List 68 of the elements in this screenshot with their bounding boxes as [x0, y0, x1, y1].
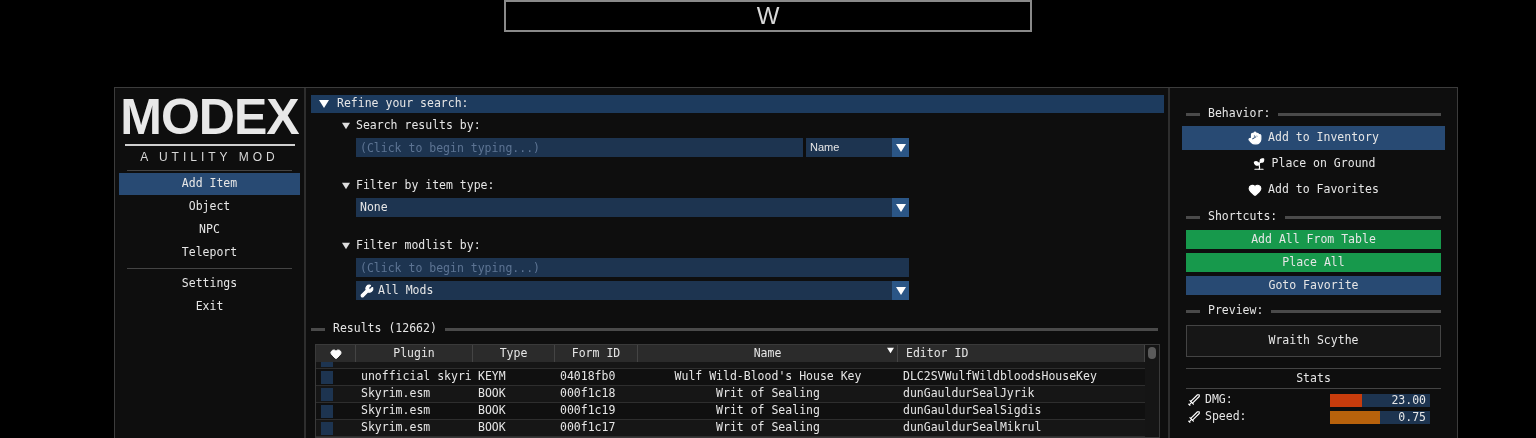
sword-icon	[1187, 410, 1201, 424]
tree-arrow-icon	[342, 241, 350, 250]
table-cell-text: dunGauldurSealSigdis	[902, 402, 1043, 420]
behavior-option[interactable]: Place on Ground	[1182, 152, 1445, 176]
table-cell-text: DLC2SVWulfWildbloodsHouseKey	[902, 368, 1098, 386]
search-field[interactable]: (Click to begin typing...)	[356, 138, 803, 157]
table-cell-text: BOOK	[477, 385, 507, 403]
table-cell-text: Skyrim.esm	[360, 419, 432, 437]
stats-heading: Stats	[1295, 370, 1332, 387]
table-cell-text: dunGauldurSealMikrul	[902, 419, 1043, 437]
sort-icon	[887, 347, 894, 354]
table-cell-text: Writ of Sealing	[715, 419, 821, 437]
tree-arrow-icon	[342, 121, 350, 130]
dropdown[interactable]: All Mods	[356, 281, 909, 300]
tree-node[interactable]: Filter by item type:	[342, 177, 1164, 194]
sword-icon	[1187, 393, 1201, 407]
nav-item[interactable]: Settings	[119, 273, 300, 295]
table-cell-text: dunGauldurSealJyrik	[902, 385, 1036, 403]
favorite-checkbox[interactable]	[321, 404, 333, 418]
table-cell-text: BOOK	[477, 402, 507, 420]
preview-box: Wraith Scythe	[1186, 325, 1441, 357]
table-cell-text: 000f1c17	[559, 419, 617, 437]
favorite-checkbox[interactable]	[321, 370, 333, 384]
nav-item[interactable]: Add Item	[119, 173, 300, 195]
table-cell-text: Writ of Sealing	[715, 402, 821, 420]
table-cell-text: unofficial skyri	[360, 368, 473, 386]
nav-item[interactable]: Exit	[119, 296, 300, 318]
section-heading: Preview:	[1208, 302, 1264, 320]
behavior-option[interactable]: Add to Favorites	[1182, 178, 1445, 202]
logo-subtitle: A UTILITY MOD	[140, 149, 279, 166]
tree-node[interactable]: Filter modlist by:	[342, 237, 1164, 254]
logo-title: MODEX	[120, 92, 299, 142]
table-cell-text: 04018fb0	[559, 368, 617, 386]
search-field[interactable]: (Click to begin typing...)	[356, 258, 909, 277]
dropdown[interactable]: None	[356, 198, 909, 217]
tree-node[interactable]: Search results by:	[342, 117, 1164, 134]
clipped-row-edge	[321, 362, 333, 367]
stat-label: Speed:	[1205, 408, 1248, 426]
section-heading: Behavior:	[1208, 105, 1271, 123]
stat-value: 23.00	[1391, 393, 1426, 407]
shortcut-button[interactable]: Goto Favorite	[1186, 276, 1441, 295]
nav-item[interactable]: NPC	[119, 219, 300, 241]
stat-label: DMG:	[1205, 391, 1234, 409]
table-cell-text: 000f1c18	[559, 385, 617, 403]
stat-value: 0.75	[1398, 410, 1426, 424]
section-heading: Shortcuts:	[1208, 208, 1278, 226]
favorite-checkbox[interactable]	[321, 387, 333, 401]
table-cell-text: 000f1c19	[559, 402, 617, 420]
collapse-arrow-icon	[319, 99, 329, 109]
section-heading: Results (12662)	[333, 320, 437, 338]
table-cell-text: Skyrim.esm	[360, 385, 432, 403]
table-cell-text: Skyrim.esm	[360, 402, 432, 420]
nav-item[interactable]: Object	[119, 196, 300, 218]
heart-icon	[329, 347, 342, 360]
table-cell-text: BOOK	[477, 419, 507, 437]
collapsible-header[interactable]: Refine your search:	[311, 95, 1164, 113]
favorite-checkbox[interactable]	[321, 421, 333, 435]
table-cell-text: Writ of Sealing	[715, 385, 821, 403]
table-cell-text: KEYM	[477, 368, 507, 386]
title-banner: W	[504, 0, 1032, 32]
scrollbar-thumb[interactable]	[1148, 347, 1156, 359]
behavior-option[interactable]: Add to Inventory	[1182, 126, 1445, 150]
table-cell-text: Wulf Wild-Blood's House Key	[673, 368, 863, 386]
nav-item[interactable]: Teleport	[119, 242, 300, 264]
wrench-icon	[360, 283, 374, 298]
heart-icon	[1248, 183, 1263, 197]
dropdown[interactable]: Name	[806, 138, 909, 157]
tree-arrow-icon	[342, 181, 350, 190]
